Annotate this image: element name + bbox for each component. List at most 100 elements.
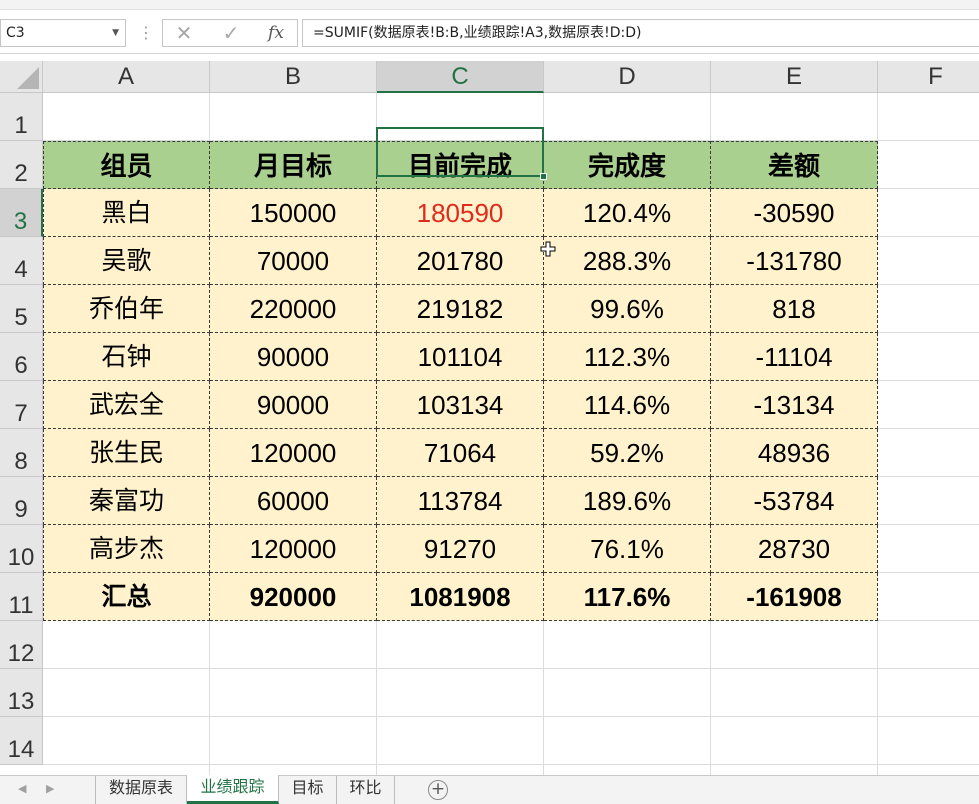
row-header-8[interactable]: 8: [0, 429, 43, 477]
add-sheet-icon[interactable]: +: [428, 780, 448, 800]
row-header-11[interactable]: 11: [0, 573, 43, 621]
table-cell[interactable]: -11104: [711, 333, 878, 381]
column-header-c[interactable]: C: [377, 61, 544, 93]
table-cell[interactable]: 120000: [210, 429, 377, 477]
formula-input[interactable]: =SUMIF(数据原表!B:B,业绩跟踪!A3,数据原表!D:D): [302, 19, 979, 47]
header-cell[interactable]: 组员: [43, 141, 210, 189]
table-cell[interactable]: -53784: [711, 477, 878, 525]
table-cell[interactable]: 150000: [210, 189, 377, 237]
row-header-1[interactable]: 1: [0, 93, 43, 141]
header-cell[interactable]: 完成度: [544, 141, 711, 189]
table-cell[interactable]: 101104: [377, 333, 544, 381]
table-cell[interactable]: -30590: [711, 189, 878, 237]
table-cell[interactable]: 76.1%: [544, 525, 711, 573]
tab-target[interactable]: 目标: [279, 776, 337, 804]
table-cell[interactable]: 乔伯年: [43, 285, 210, 333]
ribbon-edge: [0, 0, 979, 10]
table-cell[interactable]: 48936: [711, 429, 878, 477]
row-header-14[interactable]: 14: [0, 717, 43, 765]
name-box[interactable]: C3 ▼: [0, 19, 126, 47]
table-cell[interactable]: 28730: [711, 525, 878, 573]
table-row: 武宏全 90000 103134 114.6% -13134: [43, 381, 878, 429]
move-cursor-icon: [540, 241, 556, 257]
table-cell[interactable]: 103134: [377, 381, 544, 429]
chevron-down-icon[interactable]: ▼: [112, 20, 119, 46]
formula-bar: C3 ▼ ⋮ ✕ ✓ fx =SUMIF(数据原表!B:B,业绩跟踪!A3,数据…: [0, 10, 979, 54]
table-row: 张生民 120000 71064 59.2% 48936: [43, 429, 878, 477]
more-options-icon[interactable]: ⋮: [138, 25, 154, 41]
row-header-4[interactable]: 4: [0, 237, 43, 285]
fill-handle[interactable]: [540, 173, 547, 180]
table-cell[interactable]: 120.4%: [544, 189, 711, 237]
cancel-icon[interactable]: ✕: [169, 20, 199, 46]
column-header-e[interactable]: E: [711, 61, 878, 93]
table-cell[interactable]: 60000: [210, 477, 377, 525]
tab-scroll-right-icon[interactable]: ▶: [46, 782, 54, 795]
column-header-a[interactable]: A: [43, 61, 210, 93]
table-row: 乔伯年 220000 219182 99.6% 818: [43, 285, 878, 333]
table-cell[interactable]: 71064: [377, 429, 544, 477]
table-cell[interactable]: 91270: [377, 525, 544, 573]
total-cell[interactable]: 117.6%: [544, 573, 711, 621]
table-cell[interactable]: 112.3%: [544, 333, 711, 381]
table-cell[interactable]: 70000: [210, 237, 377, 285]
header-cell[interactable]: 目前完成: [377, 141, 544, 189]
sheet-tab-bar: ◀ ▶ 数据原表 业绩跟踪 目标 环比 +: [0, 775, 979, 804]
table-cell[interactable]: 114.6%: [544, 381, 711, 429]
tab-month-over-month[interactable]: 环比: [337, 776, 395, 804]
total-cell[interactable]: -161908: [711, 573, 878, 621]
row-header-9[interactable]: 9: [0, 477, 43, 525]
row-header-13[interactable]: 13: [0, 669, 43, 717]
row-header-2[interactable]: 2: [0, 141, 43, 189]
header-cell[interactable]: 差额: [711, 141, 878, 189]
formula-buttons: ✕ ✓ fx: [162, 19, 298, 47]
table-cell[interactable]: 石钟: [43, 333, 210, 381]
table-cell[interactable]: 288.3%: [544, 237, 711, 285]
table-row: 高步杰 120000 91270 76.1% 28730: [43, 525, 878, 573]
enter-icon[interactable]: ✓: [216, 20, 246, 46]
table-row: 黑白 150000 180590 120.4% -30590: [43, 189, 878, 237]
name-box-value: C3: [6, 25, 25, 41]
row-header-3[interactable]: 3: [0, 189, 43, 237]
table-cell[interactable]: 113784: [377, 477, 544, 525]
column-header-d[interactable]: D: [544, 61, 711, 93]
table-cell[interactable]: 99.6%: [544, 285, 711, 333]
table-cell[interactable]: 黑白: [43, 189, 210, 237]
row-header-7[interactable]: 7: [0, 381, 43, 429]
select-all-icon: [17, 67, 39, 89]
table-cell[interactable]: 59.2%: [544, 429, 711, 477]
row-header-6[interactable]: 6: [0, 333, 43, 381]
table-cell[interactable]: 818: [711, 285, 878, 333]
table-cell[interactable]: -13134: [711, 381, 878, 429]
table-cell[interactable]: 219182: [377, 285, 544, 333]
row-header-5[interactable]: 5: [0, 285, 43, 333]
insert-function-icon[interactable]: fx: [261, 20, 291, 46]
table-row: 秦富功 60000 113784 189.6% -53784: [43, 477, 878, 525]
table-cell[interactable]: 张生民: [43, 429, 210, 477]
table-cell[interactable]: 201780: [377, 237, 544, 285]
table-cell[interactable]: 189.6%: [544, 477, 711, 525]
column-header-f[interactable]: F: [878, 61, 979, 93]
table-cell[interactable]: 220000: [210, 285, 377, 333]
table-cell[interactable]: 秦富功: [43, 477, 210, 525]
table-cell-active[interactable]: 180590: [377, 189, 544, 237]
table-cell[interactable]: 高步杰: [43, 525, 210, 573]
row-header-10[interactable]: 10: [0, 525, 43, 573]
table-cell[interactable]: 90000: [210, 333, 377, 381]
total-cell[interactable]: 汇总: [43, 573, 210, 621]
select-all-button[interactable]: [0, 61, 43, 93]
table-row: 吴歌 70000 201780 288.3% -131780: [43, 237, 878, 285]
header-cell[interactable]: 月目标: [210, 141, 377, 189]
table-cell[interactable]: 吴歌: [43, 237, 210, 285]
table-cell[interactable]: 武宏全: [43, 381, 210, 429]
column-header-b[interactable]: B: [210, 61, 377, 93]
total-cell[interactable]: 1081908: [377, 573, 544, 621]
tab-scroll-left-icon[interactable]: ◀: [18, 782, 26, 795]
tab-performance-tracking[interactable]: 业绩跟踪: [187, 775, 279, 804]
table-cell[interactable]: 120000: [210, 525, 377, 573]
table-cell[interactable]: 90000: [210, 381, 377, 429]
tab-data-source[interactable]: 数据原表: [95, 776, 187, 804]
table-cell[interactable]: -131780: [711, 237, 878, 285]
row-header-12[interactable]: 12: [0, 621, 43, 669]
total-cell[interactable]: 920000: [210, 573, 377, 621]
